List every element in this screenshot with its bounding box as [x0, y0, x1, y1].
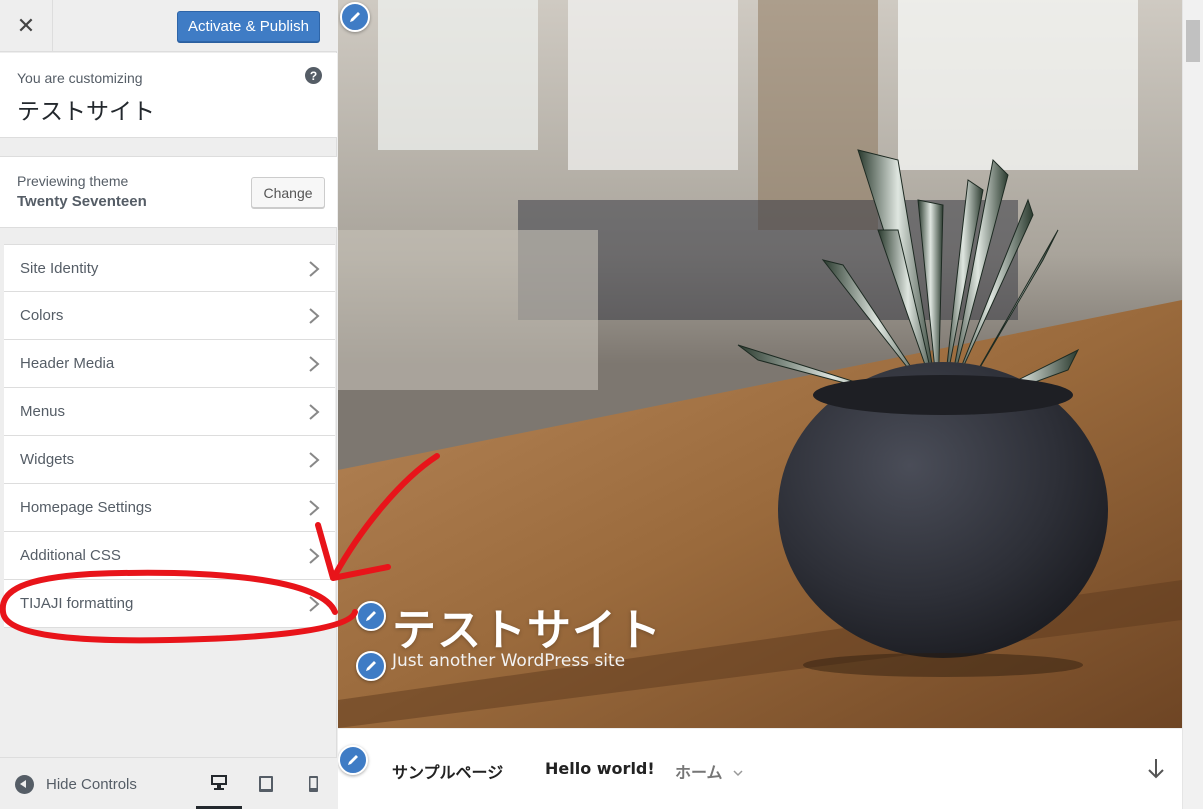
section-colors[interactable]: Colors: [4, 292, 335, 340]
pencil-icon: [348, 755, 358, 765]
preview-tagline: Just another WordPress site: [392, 651, 626, 671]
section-widgets[interactable]: Widgets: [4, 436, 335, 484]
hide-controls-label: Hide Controls: [46, 775, 137, 793]
chevron-right-icon: [309, 356, 320, 372]
customizer-footer: Hide Controls: [0, 757, 337, 809]
section-header-media[interactable]: Header Media: [4, 340, 335, 388]
tablet-icon: [259, 776, 273, 792]
customizing-info: You are customizing テストサイト ?: [0, 53, 337, 138]
hide-controls-button[interactable]: Hide Controls: [15, 758, 137, 809]
preview-desktop-button[interactable]: [196, 758, 242, 809]
chevron-right-icon: [309, 404, 320, 420]
previewing-theme-label: Previewing theme: [17, 173, 129, 189]
customizer-header: ✕ Activate & Publish: [0, 0, 337, 52]
chevron-down-icon: [733, 770, 743, 777]
section-label: Header Media: [20, 355, 115, 372]
preview-site-title[interactable]: テストサイト: [392, 594, 662, 658]
section-site-identity[interactable]: Site Identity: [4, 244, 335, 292]
nav-item-sample-page[interactable]: サンプルページ: [392, 759, 503, 783]
section-label: TIJAJI formatting: [20, 595, 134, 612]
preview-tablet-button[interactable]: [243, 758, 289, 809]
chevron-right-icon: [309, 596, 320, 612]
preview-mobile-button[interactable]: [290, 758, 336, 809]
chevron-right-icon: [309, 500, 320, 516]
nav-item-home[interactable]: ホーム: [675, 759, 744, 783]
customizer-sections: Site Identity Colors Header Media Menus …: [4, 244, 335, 628]
pencil-icon: [366, 611, 376, 621]
section-label: Additional CSS: [20, 547, 121, 564]
nav-item-hello-world[interactable]: Hello world!: [545, 759, 655, 778]
change-theme-button[interactable]: Change: [251, 177, 325, 208]
edit-shortcut-tagline-button[interactable]: [356, 651, 386, 681]
section-label: Widgets: [20, 451, 75, 468]
section-additional-css[interactable]: Additional CSS: [4, 532, 335, 580]
chevron-right-icon: [309, 548, 320, 564]
section-label: Menus: [20, 403, 66, 420]
site-preview: テストサイト Just another WordPress site サンプルペ…: [338, 0, 1203, 809]
edit-shortcut-title-button[interactable]: [356, 601, 386, 631]
chevron-right-icon: [309, 452, 320, 468]
edit-shortcut-header-button[interactable]: [340, 2, 370, 32]
edit-shortcut-menu-button[interactable]: [338, 745, 368, 775]
site-navigation: サンプルページ Hello world! ホーム: [338, 728, 1182, 809]
pencil-icon: [366, 661, 376, 671]
activate-publish-button[interactable]: Activate & Publish: [177, 11, 320, 42]
scrollbar-thumb[interactable]: [1186, 20, 1200, 62]
section-tijaji-formatting[interactable]: TIJAJI formatting: [4, 580, 335, 628]
section-homepage-settings[interactable]: Homepage Settings: [4, 484, 335, 532]
preview-scrollbar[interactable]: [1182, 0, 1203, 809]
section-menus[interactable]: Menus: [4, 388, 335, 436]
section-label: Site Identity: [20, 259, 99, 277]
mobile-icon: [309, 776, 318, 792]
customizing-label: You are customizing: [17, 70, 143, 86]
help-icon[interactable]: ?: [305, 67, 322, 84]
arrow-down-icon[interactable]: [1146, 757, 1166, 781]
desktop-icon: [211, 775, 227, 790]
header-media: テストサイト Just another WordPress site: [338, 0, 1182, 728]
site-name: テストサイト: [17, 99, 155, 125]
chevron-right-icon: [309, 261, 320, 277]
section-label: Homepage Settings: [20, 499, 152, 516]
section-label: Colors: [20, 307, 64, 324]
close-icon: ✕: [16, 13, 36, 39]
theme-name: Twenty Seventeen: [17, 193, 147, 210]
theme-panel: Previewing theme Twenty Seventeen Change: [0, 156, 337, 228]
close-button[interactable]: ✕: [0, 0, 53, 52]
customizer-sidebar: ✕ Activate & Publish You are customizing…: [0, 0, 337, 809]
chevron-right-icon: [309, 308, 320, 324]
collapse-arrow-icon: [15, 774, 34, 794]
pencil-icon: [350, 12, 360, 22]
